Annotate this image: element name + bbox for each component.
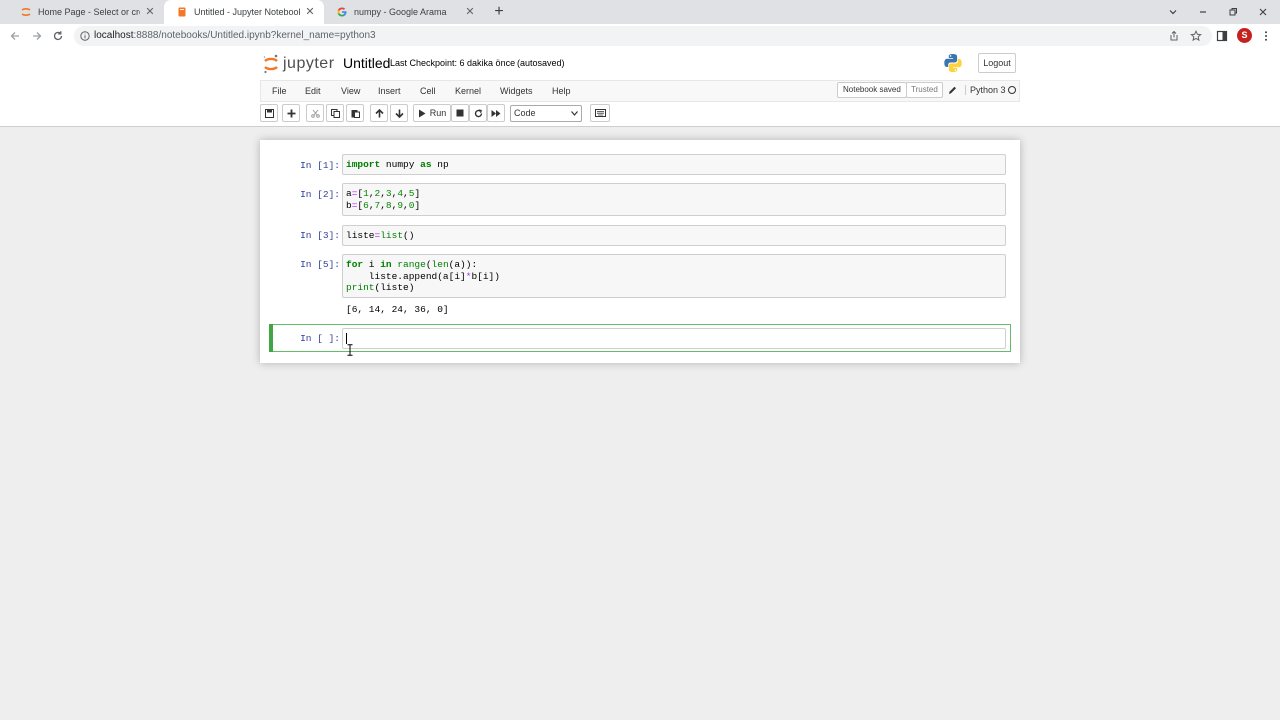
cell-prompt: In [ ]: xyxy=(300,333,340,344)
logout-button[interactable]: Logout xyxy=(978,53,1016,73)
save-icon xyxy=(264,108,274,118)
cell-code: import numpy as np xyxy=(346,159,449,170)
restart-button[interactable] xyxy=(469,104,487,122)
notebook-name[interactable]: Untitled xyxy=(343,55,390,71)
jupyter-logo[interactable]: jupyter xyxy=(262,53,335,75)
notebook-saved-indicator: Notebook saved xyxy=(837,82,907,98)
cell-code: a=[1,2,3,4,5] b=[6,7,8,9,0] xyxy=(346,188,421,211)
cell-type-select[interactable]: Code xyxy=(510,105,582,122)
google-favicon xyxy=(337,7,347,17)
tab-label: Untitled - Jupyter Notebook xyxy=(194,7,300,17)
interrupt-button[interactable] xyxy=(451,104,469,122)
python-logo-icon xyxy=(944,54,962,72)
plus-icon xyxy=(287,109,295,117)
arrow-down-icon xyxy=(394,109,404,118)
side-panel-icon[interactable] xyxy=(1216,30,1228,42)
copy-button[interactable] xyxy=(326,104,344,122)
cell-prompt: In [5]: xyxy=(300,259,340,270)
cell-prompt: In [3]: xyxy=(300,230,340,241)
close-icon[interactable]: ✕ xyxy=(304,6,316,18)
paste-button[interactable] xyxy=(346,104,364,122)
jupyter-favicon xyxy=(21,8,31,16)
tab-home-page[interactable]: Home Page - Select or create a n ✕ xyxy=(8,0,164,24)
stop-icon xyxy=(456,109,464,117)
share-icon[interactable] xyxy=(1168,30,1180,42)
code-cell-input[interactable]: a=[1,2,3,4,5] b=[6,7,8,9,0] xyxy=(342,183,1006,216)
menu-view[interactable]: View xyxy=(341,86,360,96)
code-cell-input[interactable]: liste=list() xyxy=(342,225,1006,246)
address-bar[interactable]: localhost:8888/notebooks/Untitled.ipynb?… xyxy=(74,26,1212,46)
browser-toolbar: localhost:8888/notebooks/Untitled.ipynb?… xyxy=(0,24,1280,48)
menu-widgets[interactable]: Widgets xyxy=(500,86,533,96)
browser-tabstrip: Home Page - Select or create a n ✕ Untit… xyxy=(0,0,1280,24)
autosave-status: (autosaved) xyxy=(517,58,565,68)
run-button[interactable]: Run xyxy=(413,104,451,122)
new-tab-button[interactable]: + xyxy=(490,3,508,21)
paste-icon xyxy=(351,109,360,118)
move-up-button[interactable] xyxy=(370,104,388,122)
cell-prompt: In [2]: xyxy=(300,189,340,200)
restore-icon[interactable] xyxy=(1218,0,1248,24)
menu-help[interactable]: Help xyxy=(552,86,571,96)
restart-run-all-button[interactable] xyxy=(487,104,505,122)
notebook-toolbar: Run Code xyxy=(260,104,1020,124)
close-icon[interactable]: ✕ xyxy=(464,6,476,18)
text-caret xyxy=(346,333,347,344)
logo-text: jupyter xyxy=(283,55,335,72)
keyboard-icon xyxy=(594,109,606,117)
code-token: as xyxy=(420,159,432,170)
tab-search-chevron-icon[interactable] xyxy=(1158,0,1188,24)
tab-label: numpy - Google Arama xyxy=(354,7,447,17)
menu-insert[interactable]: Insert xyxy=(378,86,401,96)
menu-kernel[interactable]: Kernel xyxy=(455,86,481,96)
code-cell-input[interactable]: for i in range(len(a)): liste.append(a[i… xyxy=(342,254,1006,298)
command-palette-button[interactable] xyxy=(590,104,610,122)
reload-icon[interactable] xyxy=(50,28,66,44)
text-cursor-icon xyxy=(347,344,353,356)
trusted-button[interactable]: Trusted xyxy=(906,82,943,98)
tab-label: Home Page - Select or create a n xyxy=(38,7,140,17)
play-icon xyxy=(418,109,426,117)
save-button[interactable] xyxy=(260,104,278,122)
copy-icon xyxy=(330,108,340,118)
arrow-up-icon xyxy=(374,108,384,117)
menu-edit[interactable]: Edit xyxy=(305,86,321,96)
bookmark-star-icon[interactable] xyxy=(1190,30,1202,42)
chevron-down-icon xyxy=(571,111,578,116)
back-arrow-icon[interactable] xyxy=(7,28,23,44)
menu-cell[interactable]: Cell xyxy=(420,86,436,96)
move-down-button[interactable] xyxy=(390,104,408,122)
tab-numpy-google[interactable]: numpy - Google Arama ✕ xyxy=(324,0,484,24)
avatar[interactable]: S xyxy=(1237,28,1252,43)
close-icon[interactable]: ✕ xyxy=(144,6,156,18)
jupyter-logo-icon xyxy=(263,54,278,74)
cell-code: for i in range(len(a)): liste.append(a[i… xyxy=(346,259,500,293)
checkpoint-status: Last Checkpoint: 6 dakika önce xyxy=(390,58,516,68)
kernel-name[interactable]: Python 3 xyxy=(965,85,1006,95)
code-cell-input[interactable]: import numpy as np xyxy=(342,154,1006,175)
cut-button[interactable] xyxy=(306,104,324,122)
menu-dots-icon[interactable] xyxy=(1260,30,1272,42)
minimize-icon[interactable] xyxy=(1188,0,1218,24)
cell-prompt: In [1]: xyxy=(300,160,340,171)
pencil-icon[interactable] xyxy=(947,84,957,96)
code-token: import xyxy=(346,159,381,170)
run-label: Run xyxy=(429,108,447,118)
scissors-icon xyxy=(310,109,320,118)
cell-code: liste=list() xyxy=(346,230,415,241)
menu-file[interactable]: File xyxy=(272,86,287,96)
fast-forward-icon xyxy=(491,109,501,117)
cell-output: [6, 14, 24, 36, 0] xyxy=(346,304,449,315)
restart-icon xyxy=(474,108,482,117)
info-icon[interactable] xyxy=(80,31,90,41)
insert-cell-button[interactable] xyxy=(282,104,300,122)
code-cell-input-active[interactable] xyxy=(342,328,1006,349)
forward-arrow-icon[interactable] xyxy=(29,28,45,44)
kernel-idle-indicator xyxy=(1008,86,1016,94)
url-text: localhost:8888/notebooks/Untitled.ipynb?… xyxy=(94,30,376,41)
close-window-icon[interactable] xyxy=(1248,0,1278,24)
notebook-favicon xyxy=(178,7,186,17)
tab-untitled-notebook[interactable]: Untitled - Jupyter Notebook ✕ xyxy=(164,0,324,24)
cell-type-value: Code xyxy=(514,108,536,118)
